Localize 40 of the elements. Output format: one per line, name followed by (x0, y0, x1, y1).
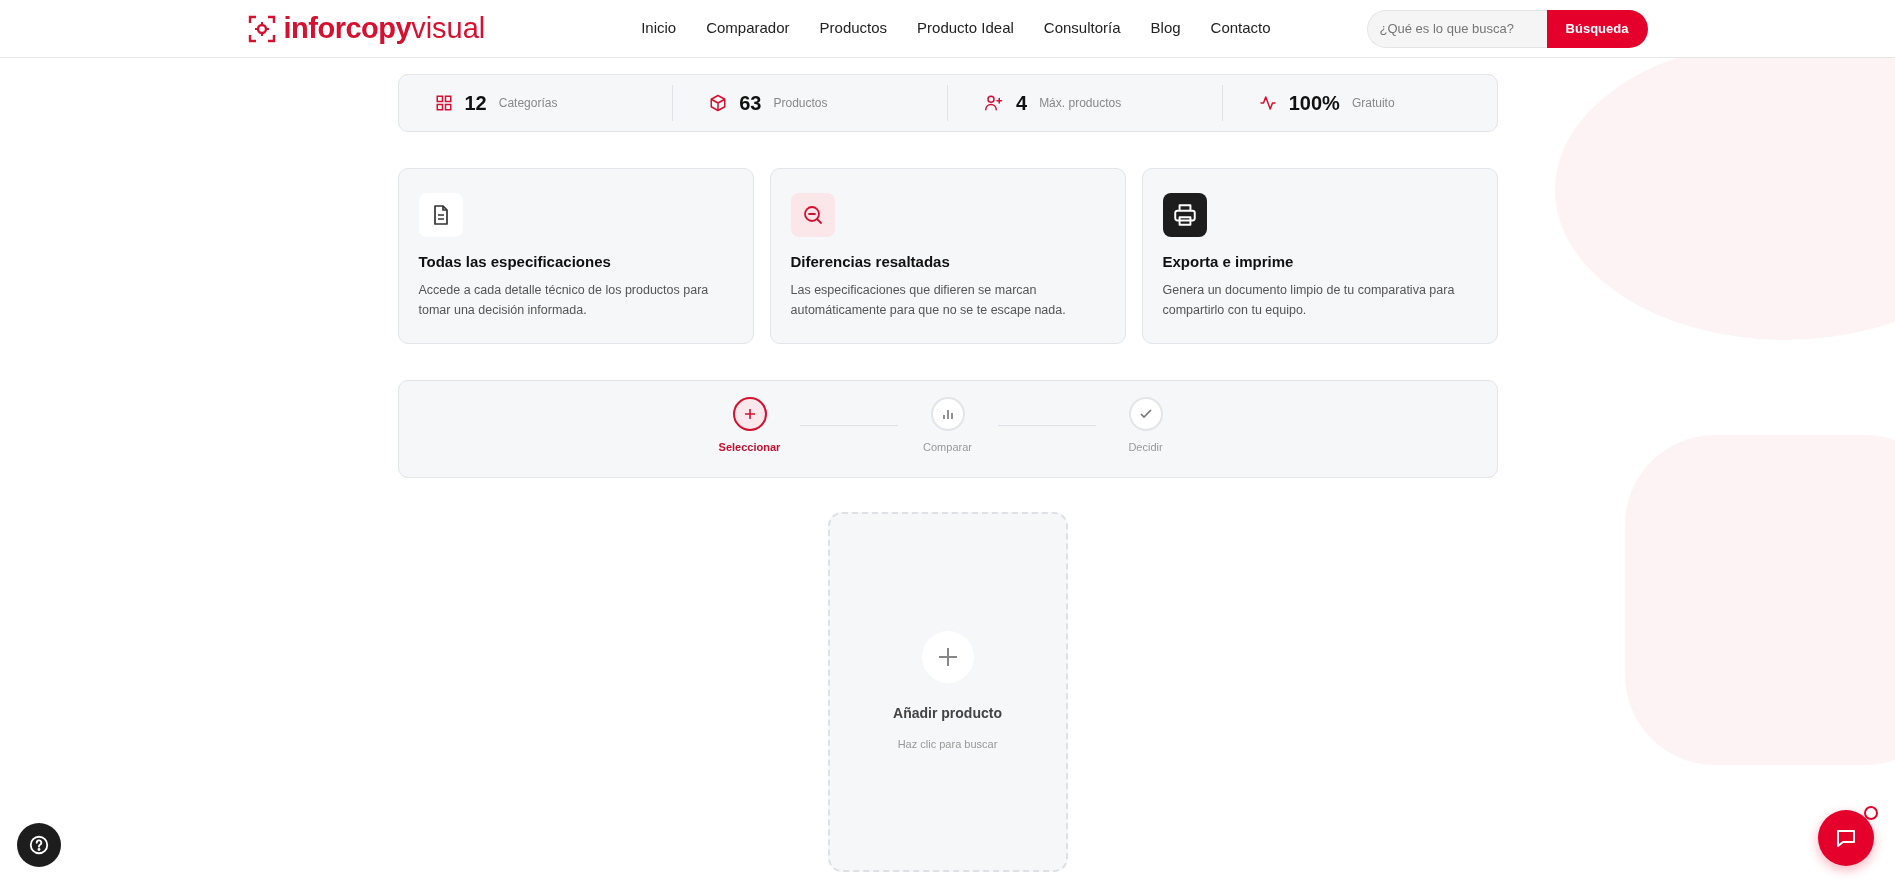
nav-link[interactable]: Consultoría (1028, 17, 1136, 40)
plus-icon (742, 407, 757, 421)
feature-title: Diferencias resaltadas (790, 252, 951, 272)
bar-chart-icon (940, 407, 955, 421)
stat-value: 12 (464, 91, 487, 116)
check-icon (1138, 407, 1153, 421)
step-label: Seleccionar (718, 440, 781, 455)
nav-link[interactable]: Productos (804, 17, 903, 40)
user-plus-icon (984, 94, 1004, 112)
nav-link[interactable]: Comparador (691, 17, 805, 40)
feature-title: Exporta e imprime (1162, 252, 1295, 272)
nav-link[interactable]: Inicio (626, 17, 692, 40)
nav-link[interactable]: Blog (1135, 17, 1196, 40)
cube-icon (709, 94, 728, 112)
feature-description: Las especificaciones que difieren se marcan automáticamente para que no se te escape nada. (790, 281, 1067, 320)
add-product-card[interactable]: Añadir producto Haz clic para buscar (827, 512, 1068, 872)
feature-title: Todas las especificaciones (418, 252, 612, 272)
step-indicator[interactable] (732, 397, 767, 431)
add-product-hint: Haz clic para buscar (897, 737, 998, 753)
search-button[interactable]: Búsqueda (1546, 9, 1648, 48)
help-button[interactable] (17, 823, 61, 867)
stat-label: Máx. productos (1039, 95, 1122, 112)
grid-icon (434, 94, 453, 112)
help-icon (28, 834, 50, 856)
step-label: Decidir (1128, 440, 1163, 455)
logo[interactable]: inforcopyvisual (247, 14, 486, 43)
stat-value: 4 (1016, 91, 1028, 116)
nav-link[interactable]: Producto Ideal (902, 17, 1029, 40)
add-product-title: Añadir producto (893, 704, 1002, 724)
search-field[interactable]: ¿Qué es lo que busca? (1366, 9, 1547, 48)
nav-link[interactable]: Contacto (1195, 17, 1286, 40)
stat-value: 63 (739, 91, 762, 116)
stat-label: Gratuito (1351, 95, 1395, 112)
step-label: Comparar (923, 440, 972, 455)
feature-description: Genera un documento limpio de tu comparativa para compartirlo con tu equipo. (1162, 281, 1456, 320)
stat-label: Productos (773, 95, 828, 112)
stat-value: 100% (1288, 91, 1340, 116)
feature-description: Accede a cada detalle técnico de los productos para tomar una decisión informada. (418, 281, 710, 320)
stat-label: Categorías (498, 95, 558, 112)
pulse-icon (1258, 94, 1277, 112)
